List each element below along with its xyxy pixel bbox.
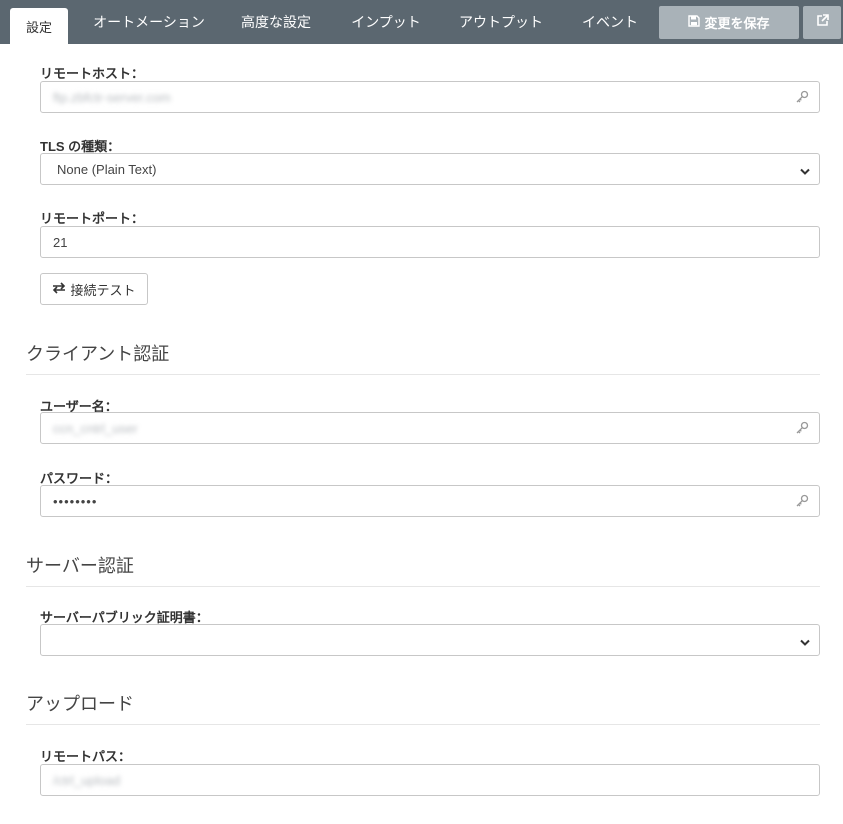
remote-path-label: リモートパス：	[40, 749, 132, 764]
key-icon	[795, 421, 809, 435]
server-certificate-select[interactable]	[40, 624, 820, 656]
tab-output[interactable]: アウトプット	[450, 0, 552, 44]
tab-events[interactable]: イベント	[572, 0, 648, 44]
test-connection-button[interactable]: 接続テスト	[40, 273, 148, 305]
remote-port-value: 21	[53, 234, 68, 250]
test-connection-label: 接続テスト	[70, 282, 136, 298]
remote-port-field[interactable]: 21	[40, 226, 820, 258]
tls-type-value: None (Plain Text)	[57, 161, 157, 177]
key-icon	[795, 90, 809, 104]
username-value: ccn_cntrl_user	[53, 420, 138, 436]
tab-settings[interactable]: 設定	[10, 8, 68, 44]
chevron-down-icon	[799, 636, 811, 646]
remote-host-field[interactable]: ftp.zbfctr-server.com	[40, 81, 820, 113]
tab-advanced-settings[interactable]: 高度な設定	[232, 0, 320, 44]
exchange-arrows-icon	[52, 281, 66, 297]
remote-host-label: リモートホスト：	[40, 66, 145, 81]
external-link-icon	[816, 13, 829, 32]
username-field[interactable]: ccn_cntrl_user	[40, 412, 820, 444]
password-field[interactable]: ••••••••	[40, 485, 820, 517]
client-auth-heading: クライアント認証	[26, 340, 820, 375]
chevron-down-icon	[799, 165, 811, 175]
remote-host-value: ftp.zbfctr-server.com	[53, 89, 171, 105]
password-value: ••••••••	[53, 493, 98, 509]
top-tab-bar: 設定 オートメーション 高度な設定 インプット アウトプット イベント 変更を保…	[0, 0, 843, 44]
key-icon	[795, 494, 809, 508]
remote-path-value: /ctrl_upload	[53, 772, 121, 788]
floppy-disk-icon	[688, 15, 701, 30]
server-auth-heading: サーバー認証	[26, 552, 820, 587]
save-changes-label: 変更を保存	[704, 16, 770, 31]
upload-heading: アップロード	[26, 690, 820, 725]
save-changes-button[interactable]: 変更を保存	[659, 6, 799, 39]
tab-automation[interactable]: オートメーション	[82, 0, 216, 44]
remote-path-field[interactable]: /ctrl_upload	[40, 764, 820, 796]
tls-type-select[interactable]: None (Plain Text)	[40, 153, 820, 185]
tab-input[interactable]: インプット	[340, 0, 432, 44]
external-link-button[interactable]	[803, 6, 841, 39]
remote-port-label: リモートポート：	[40, 211, 145, 226]
